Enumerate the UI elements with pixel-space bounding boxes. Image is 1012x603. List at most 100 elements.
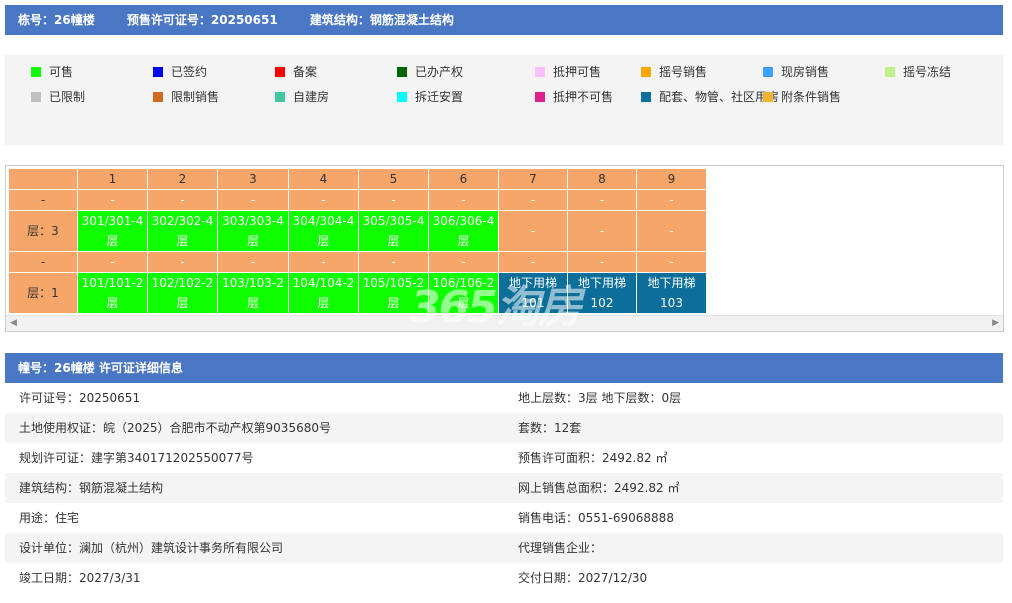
- legend-label: 已签约: [171, 65, 208, 79]
- legend-swatch: [763, 92, 773, 102]
- legend-label: 附条件销售: [781, 90, 842, 104]
- legend-swatch: [763, 67, 773, 77]
- info-right-field: 套数：12套: [518, 421, 582, 435]
- empty-cell: -: [77, 189, 148, 211]
- info-row: 规划许可证：建字第340171202550077号 预售许可面积：2492.82 …: [5, 443, 1003, 473]
- legend-item: 备案: [275, 65, 317, 79]
- building-structure: 建筑结构：钢筋混凝土结构: [309, 13, 454, 27]
- legend-item: 摇号冻结: [885, 65, 951, 79]
- floor-row-1: 层：1 101/101-2层 102/102-2层 103/103-2层 104/104…: [8, 272, 707, 314]
- unit-cell[interactable]: 301/301-4层: [77, 210, 148, 252]
- info-row: 土地使用权证：皖（2025）合肥市不动产权第9035680号 套数：12套: [5, 413, 1003, 443]
- unit-cell[interactable]: 303/303-4层: [217, 210, 289, 252]
- legend-swatch: [153, 67, 163, 77]
- legend-label: 拆迁安置: [415, 90, 464, 104]
- empty-cell: -: [428, 189, 499, 211]
- legend-item: 可售: [31, 65, 73, 79]
- info-left-field: 土地使用权证：皖（2025）合肥市不动产权第9035680号: [19, 421, 331, 435]
- legend-item: 抵押可售: [535, 65, 601, 79]
- unit-cell[interactable]: 304/304-4层: [288, 210, 359, 252]
- presale-permit-number: 预售许可证号：20250651: [126, 13, 278, 27]
- unit-cell[interactable]: 地下用梯103: [636, 272, 707, 314]
- legend-label: 抵押不可售: [553, 90, 614, 104]
- info-left-field: 竣工日期：2027/3/31: [19, 571, 141, 585]
- empty-cell: -: [147, 251, 218, 273]
- permit-detail-header: 幢号：26幢楼 许可证详细信息: [5, 353, 1003, 383]
- info-row: 用途：住宅 销售电话：0551-69068888: [5, 503, 1003, 533]
- info-left-field: 许可证号：20250651: [19, 391, 141, 405]
- legend-swatch: [31, 92, 41, 102]
- legend-label: 限制销售: [171, 90, 220, 104]
- legend-swatch: [641, 92, 651, 102]
- info-right-field: 代理销售企业：: [518, 541, 603, 555]
- floor-row-3: 层：3 301/301-4层 302/302-4层 303/303-4层 304/304…: [8, 210, 707, 252]
- legend-swatch: [535, 67, 545, 77]
- legend-item: 附条件销售: [763, 90, 841, 104]
- empty-cell: -: [288, 189, 359, 211]
- legend-label: 已办产权: [415, 65, 464, 79]
- legend-swatch: [153, 92, 163, 102]
- legend-item: 自建房: [275, 90, 329, 104]
- legend-label: 备案: [293, 65, 318, 79]
- unit-cell[interactable]: 104/104-2层: [288, 272, 359, 314]
- info-row: 许可证号：20250651 地上层数：3层 地下层数：0层: [5, 383, 1003, 413]
- empty-cell: -: [217, 251, 289, 273]
- unit-cell[interactable]: 302/302-4层: [147, 210, 218, 252]
- legend-swatch: [885, 67, 895, 77]
- scroll-right-icon[interactable]: ▶: [992, 318, 999, 328]
- unit-cell[interactable]: 103/103-2层: [217, 272, 289, 314]
- column-header: 2: [147, 168, 218, 190]
- column-header: 8: [567, 168, 637, 190]
- column-header: 3: [217, 168, 289, 190]
- empty-cell: -: [288, 251, 359, 273]
- column-header: 1: [77, 168, 148, 190]
- permit-detail-title: 幢号：26幢楼 许可证详细信息: [18, 361, 183, 375]
- status-legend: 可售 已签约 备案 已办产权 抵押可售 摇号销售 现房销售 摇号冻结已限制 限制销售 自建房 拆迁安…: [5, 55, 1003, 145]
- legend-label: 摇号冻结: [903, 65, 952, 79]
- info-row: 建筑结构：钢筋混凝土结构 网上销售总面积：2492.82 ㎡: [5, 473, 1003, 503]
- legend-label: 摇号销售: [659, 65, 708, 79]
- spacer-row: ----------: [8, 251, 707, 273]
- unit-cell[interactable]: 101/101-2层: [77, 272, 148, 314]
- floor-label: 层：3: [8, 210, 78, 252]
- info-right-field: 销售电话：0551-69068888: [518, 511, 674, 525]
- info-left-field: 规划许可证：建字第340171202550077号: [19, 451, 254, 465]
- empty-cell: -: [358, 189, 429, 211]
- column-header: 9: [636, 168, 707, 190]
- building-number: 栋号：26幢楼: [18, 13, 95, 27]
- info-row: 设计单位：澜加（杭州）建筑设计事务所有限公司 代理销售企业：: [5, 533, 1003, 563]
- info-left-field: 设计单位：澜加（杭州）建筑设计事务所有限公司: [19, 541, 284, 555]
- corner-cell: [8, 168, 78, 190]
- info-right-field: 网上销售总面积：2492.82 ㎡: [518, 481, 680, 495]
- legend-swatch: [31, 67, 41, 77]
- legend-label: 已限制: [49, 90, 86, 104]
- empty-cell: -: [217, 189, 289, 211]
- empty-cell: -: [147, 189, 218, 211]
- legend-label: 可售: [49, 65, 74, 79]
- unit-cell[interactable]: 305/305-4层: [358, 210, 429, 252]
- legend-label: 自建房: [293, 90, 330, 104]
- legend-item: 已办产权: [397, 65, 463, 79]
- legend-item: 已限制: [31, 90, 85, 104]
- legend-item: 已签约: [153, 65, 207, 79]
- legend-swatch: [397, 92, 407, 102]
- empty-cell: -: [567, 251, 637, 273]
- legend-label: 现房销售: [781, 65, 830, 79]
- permit-detail-list: 许可证号：20250651 地上层数：3层 地下层数：0层 土地使用权证：皖（202…: [5, 383, 1003, 593]
- info-right-field: 预售许可面积：2492.82 ㎡: [518, 451, 668, 465]
- empty-cell: -: [636, 189, 707, 211]
- empty-cell: -: [567, 210, 637, 252]
- legend-swatch: [397, 67, 407, 77]
- unit-cell[interactable]: 306/306-4层: [428, 210, 499, 252]
- unit-cell[interactable]: 102/102-2层: [147, 272, 218, 314]
- legend-swatch: [535, 92, 545, 102]
- legend-label: 配套、物管、社区用房: [659, 90, 780, 104]
- legend-swatch: [275, 67, 285, 77]
- legend-item: 配套、物管、社区用房: [641, 90, 779, 104]
- legend-item: 现房销售: [763, 65, 829, 79]
- legend-swatch: [641, 67, 651, 77]
- watermark-logo: 365淘房: [410, 282, 582, 333]
- info-left-field: 用途：住宅: [19, 511, 80, 525]
- legend-item: 拆迁安置: [397, 90, 463, 104]
- scroll-left-icon[interactable]: ◀: [10, 318, 17, 328]
